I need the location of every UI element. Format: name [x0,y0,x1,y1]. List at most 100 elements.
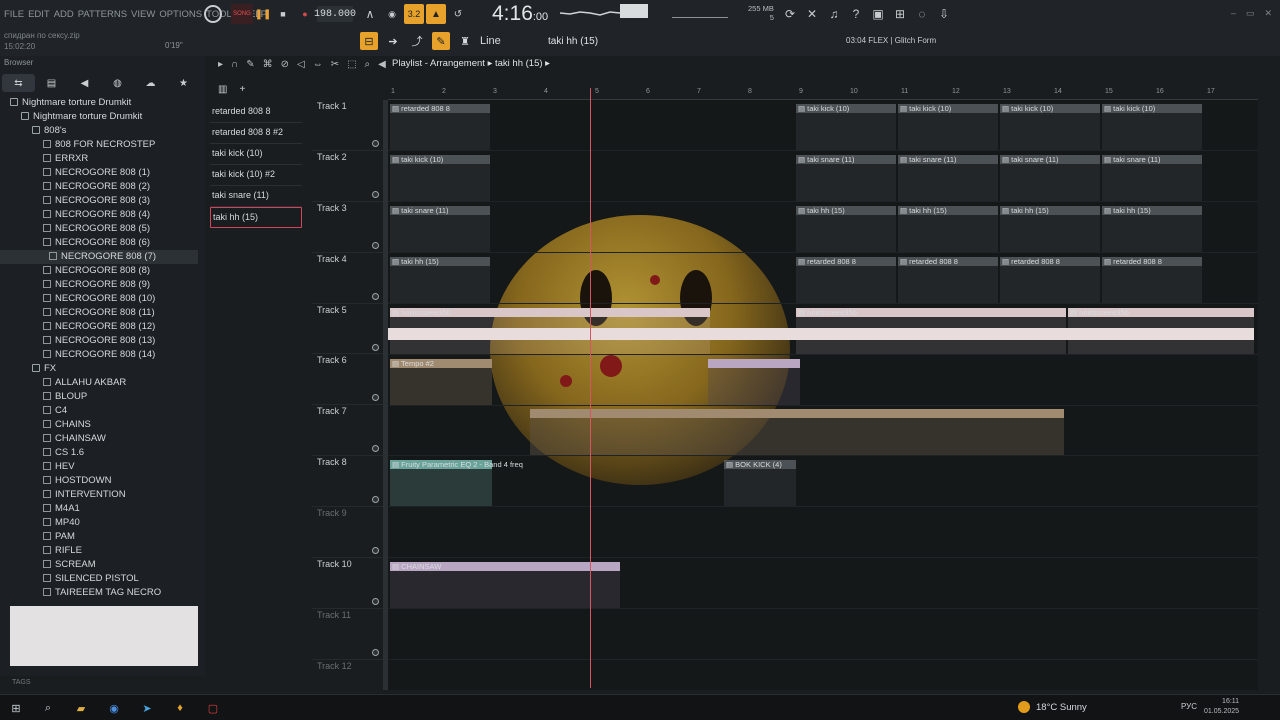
mute-tool-icon[interactable]: ◁ [297,59,305,70]
pattern-clip[interactable]: ▤ retarded 808 8 [390,104,490,150]
pattern-clip[interactable]: ▤ CHAINSAW [390,562,620,609]
browser-file[interactable]: NECROGORE 808 (3) [0,194,205,208]
pattern-clip[interactable]: ▤ Fruity Parametric EQ 2 - Band 4 freq [390,460,523,507]
browser-file[interactable]: NECROGORE 808 (7) [0,250,198,264]
playlist-lanes[interactable]: ▤ retarded 808 8 ▤ taki kick (10) ▤ taki k… [388,100,1258,690]
browser-file[interactable]: NECROGORE 808 (11) [0,306,205,320]
save-icon[interactable]: ▣ [870,6,886,22]
browser-file[interactable]: CS 1.6 [0,446,205,460]
track-header[interactable]: Track 9 [312,507,388,559]
mic-icon[interactable]: ♫ [826,6,842,22]
tools-icon[interactable]: ✕ [804,6,820,22]
pattern-clip[interactable]: ▤ retarded 808 8 [898,256,998,303]
loop-record-icon[interactable]: ▲ [426,4,446,24]
browser-file[interactable]: M4A1 [0,502,205,516]
fl-studio-icon[interactable]: ♦ [172,700,188,716]
menu-edit[interactable]: EDIT [28,9,50,20]
browser-file[interactable]: HOSTDOWN [0,474,205,488]
track-mute-led[interactable] [372,394,379,402]
pattern-clip[interactable]: ▤ taki kick (10) [1000,104,1100,150]
browser-file[interactable]: CHAINS [0,418,205,432]
curve-icon[interactable]: ⤴ [408,32,426,50]
menu-file[interactable]: FILE [4,9,24,20]
browser-file[interactable]: ERRXR [0,152,205,166]
channel-item[interactable]: taki kick (10) [210,144,302,165]
browser-file[interactable]: NECROGORE 808 (13) [0,334,205,348]
channel-item[interactable]: retarded 808 8 [210,102,302,123]
arrow-icon[interactable]: ➔ [384,32,402,50]
magnet-icon[interactable]: Line [480,32,501,50]
pattern-clip[interactable] [708,358,800,405]
pattern-clip[interactable]: ▤ taki snare (11) [390,205,490,252]
stop-icon[interactable]: ■ [276,4,290,24]
track-header[interactable]: Track 11 [312,609,388,660]
plus-icon[interactable]: + [239,84,245,95]
pattern-selector[interactable]: taki hh (15) [548,33,606,49]
pattern-clip[interactable]: ▤ BOK KICK (4) [724,460,796,507]
chrome-icon[interactable]: ◉ [106,700,122,716]
pattern-clip[interactable] [530,409,1064,456]
pattern-clip[interactable]: ▤ taki snare (11) [1102,154,1202,201]
browser-file[interactable]: NECROGORE 808 (9) [0,278,205,292]
browser-file[interactable]: ALLAHU AKBAR [0,376,205,390]
menu-options[interactable]: OPTIONS [159,9,202,20]
pencil-tool-icon[interactable]: ✎ [246,59,254,70]
track-mute-led[interactable] [372,190,379,198]
track-mute-led[interactable] [372,343,379,351]
track-header[interactable]: Track 3 [312,202,388,253]
track-mute-led[interactable] [372,598,379,606]
track-header[interactable]: Track 1 [312,100,388,151]
help-icon[interactable]: ? [848,6,864,22]
track-mute-led[interactable] [372,648,379,656]
browser-tab-plugins[interactable]: ◍ [101,74,134,92]
pattern-clip[interactable]: ▤ taki kick (10) [390,154,490,201]
track-header[interactable]: Track 6 [312,354,388,406]
browser-file[interactable]: NECROGORE 808 (12) [0,320,205,334]
master-volume-knob[interactable] [204,5,222,23]
browser-file[interactable]: CHAINSAW [0,432,205,446]
pattern-clip[interactable]: ▤ taki snare (11) [796,154,896,201]
menu-patterns[interactable]: PATTERNS [78,9,127,20]
browser-file[interactable]: NECROGORE 808 (6) [0,236,205,250]
browser-file[interactable]: SILENCED PISTOL [0,572,205,586]
chat-icon[interactable]: ◌ [914,6,930,22]
delete-tool-icon[interactable]: ⊘ [281,59,289,70]
pattern-clip[interactable]: ▤ taki hh (15) [1000,205,1100,252]
browser-file[interactable]: RIFLE [0,544,205,558]
track-header[interactable]: Track 8 [312,456,388,508]
browser-file[interactable]: SCREAM [0,558,205,572]
track-header[interactable]: Track 4 [312,253,388,304]
browser-tab-speaker[interactable]: ◀ [68,74,101,92]
browser-file[interactable]: MP40 [0,516,205,530]
browser-file[interactable]: NECROGORE 808 (1) [0,166,205,180]
playhead[interactable] [590,88,591,688]
brush-tool-icon[interactable]: ⌘ [263,59,273,70]
magnet-tool-icon[interactable]: ∩ [231,59,238,70]
draw-icon[interactable]: ✎ [432,32,450,50]
slip-tool-icon[interactable]: ⇔ [313,59,323,70]
blend-icon[interactable]: ↺ [450,4,466,24]
browser-folder[interactable]: 808's [0,124,205,138]
track-lane[interactable] [388,507,1258,559]
track-lane[interactable] [388,660,1258,690]
grid-icon[interactable]: ▥ [218,84,227,95]
tempo-display[interactable]: 198.000 [314,6,356,22]
track-lane[interactable] [388,355,1258,406]
pattern-clip[interactable]: ▤ taki kick (10) [1102,104,1202,150]
browser-file[interactable]: INTERVENTION [0,488,205,502]
system-clock[interactable]: 16:11 01.05.2025 [1204,697,1239,717]
explorer-icon[interactable]: ▰ [73,700,89,716]
browser-folder[interactable]: Nightmare torture Drumkit [0,110,205,124]
track-header[interactable]: Track 5 [312,304,388,355]
pattern-clip[interactable]: ▤ taki snare (11) [1000,154,1100,201]
record-icon[interactable]: ● [298,4,312,24]
pattern-clip[interactable]: ▤ retarded 808 8 [796,256,896,303]
app-icon[interactable]: ▢ [205,700,221,716]
menu-view[interactable]: VIEW [131,9,155,20]
pattern-clip[interactable]: ▤ taki kick (10) [898,104,998,150]
track-mute-led[interactable] [372,496,379,504]
timeline-ruler[interactable]: 1 2 3 4 5 6 7 8 9 10 11 12 13 14 15 16 17 [388,88,1258,100]
track-header[interactable]: Track 2 [312,151,388,202]
pause-icon[interactable]: ❚❚ [255,4,272,24]
browser-tab-star[interactable]: ★ [167,74,200,92]
